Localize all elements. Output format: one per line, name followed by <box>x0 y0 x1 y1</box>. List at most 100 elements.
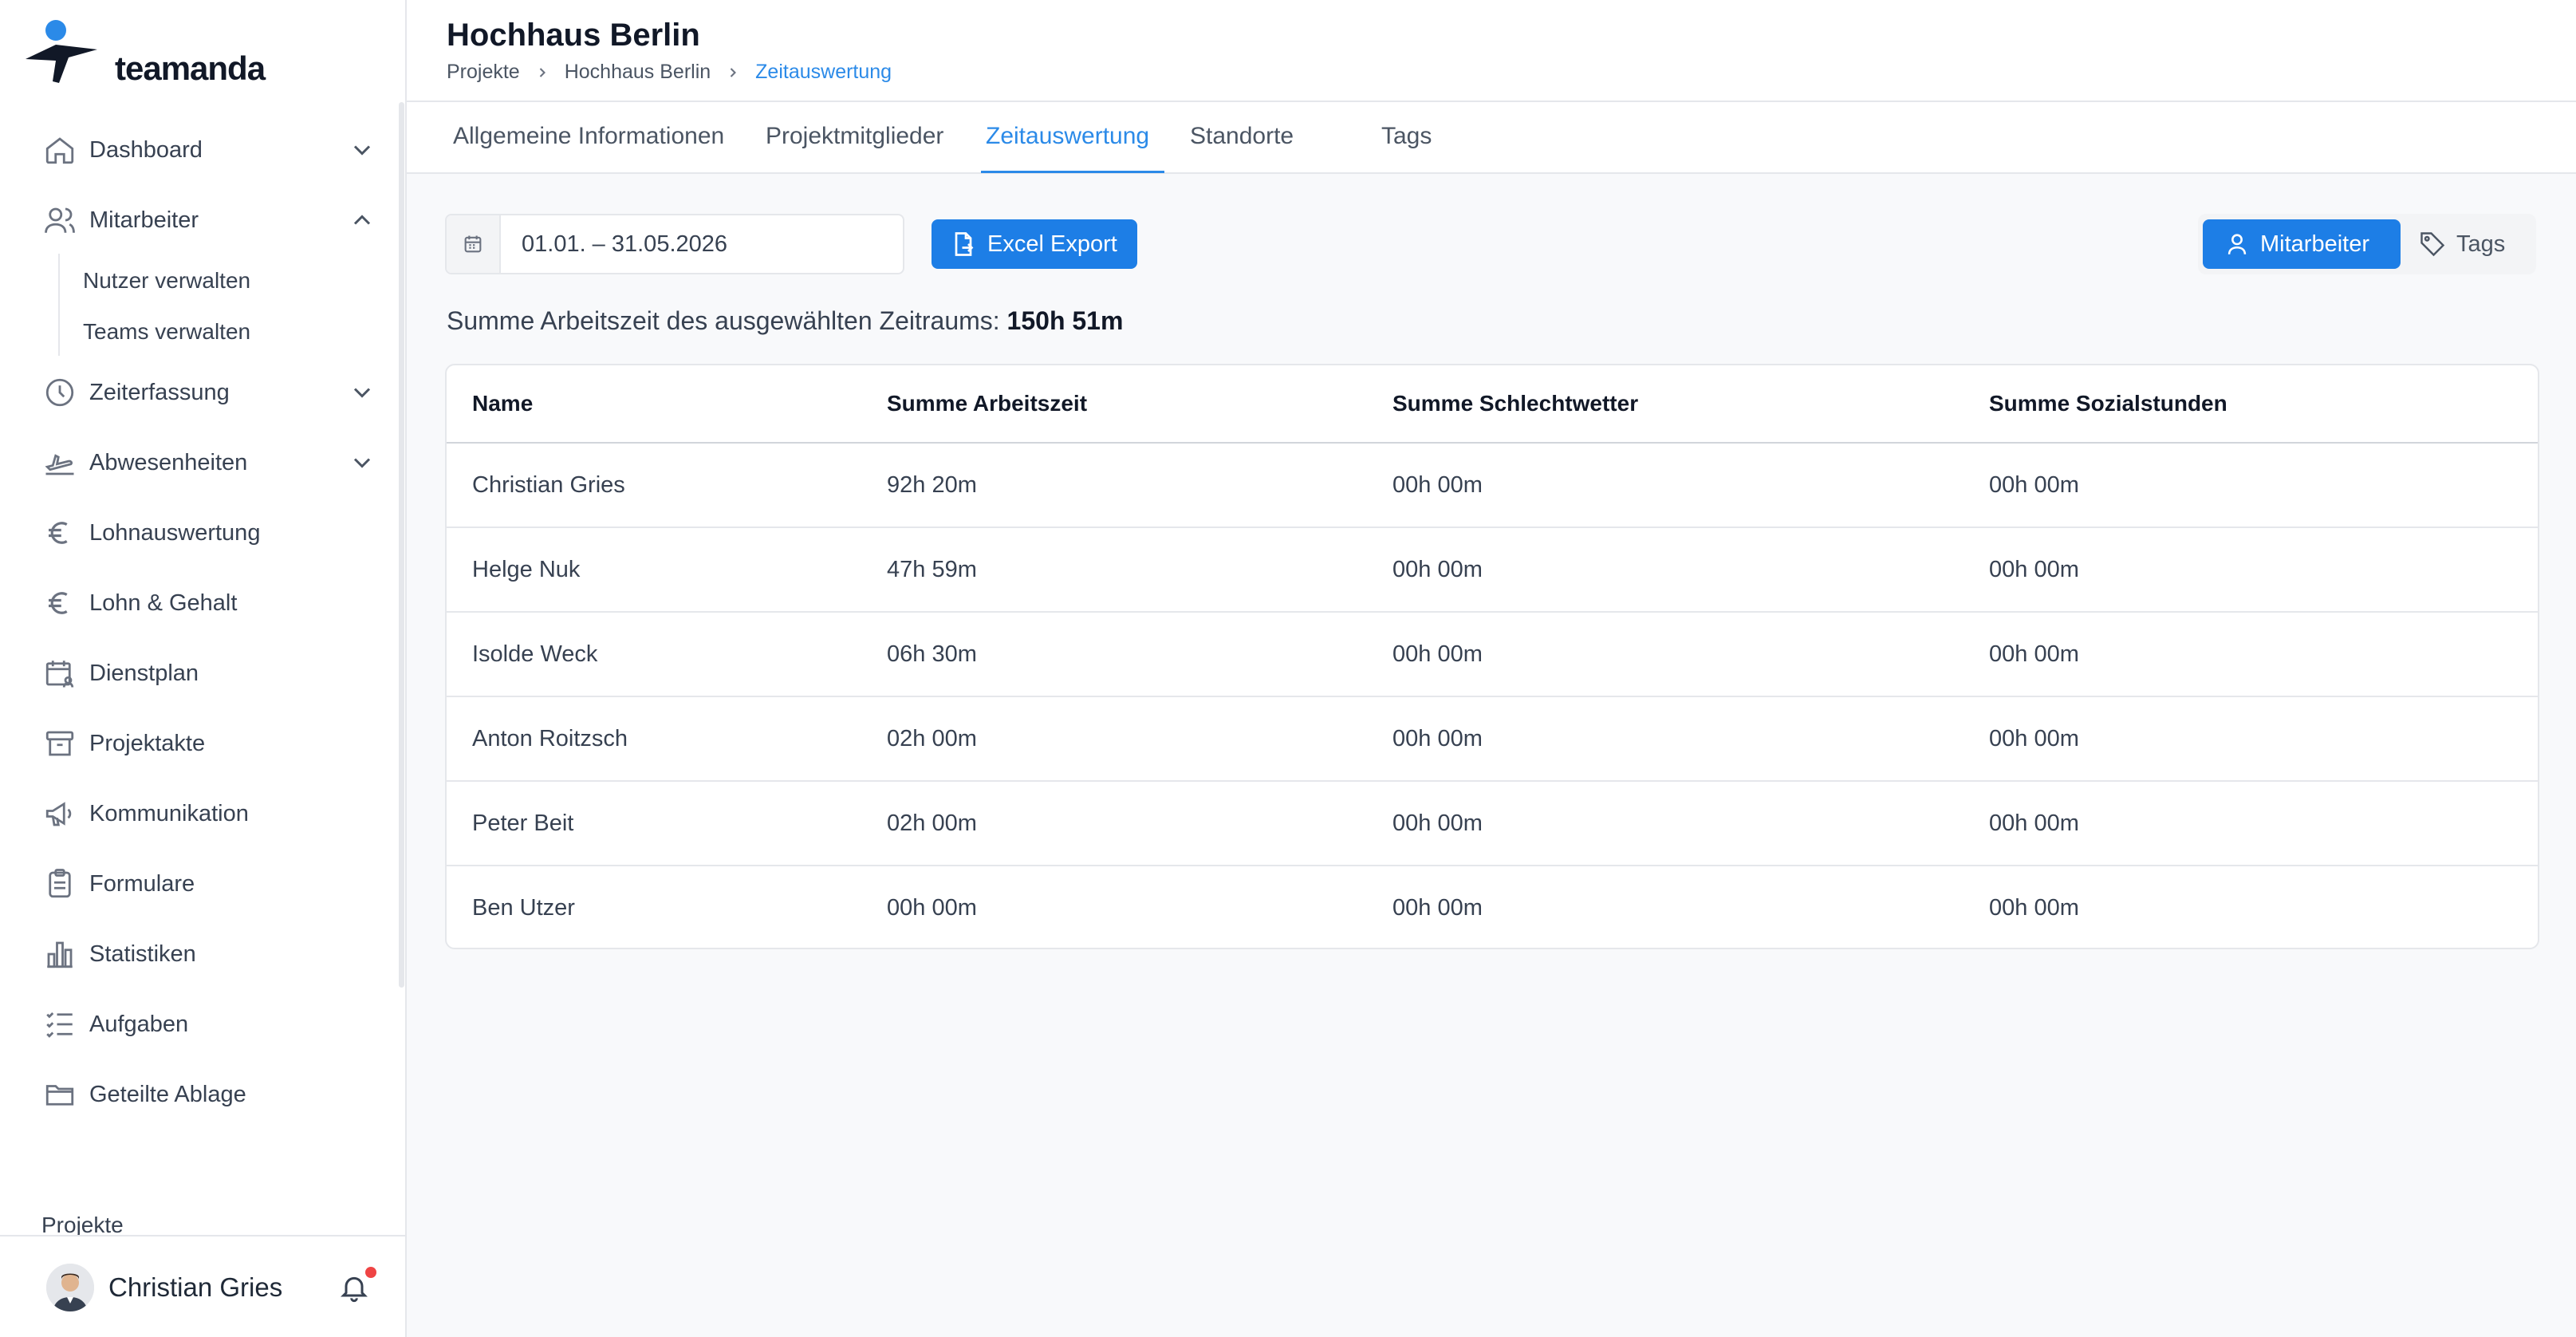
euro-icon <box>41 515 78 551</box>
cell-schlechtwetter: 00h 00m <box>1392 472 1483 498</box>
breadcrumb-item[interactable]: Hochhaus Berlin <box>565 61 711 84</box>
logo-figure-icon <box>26 20 97 83</box>
folder-icon <box>41 1076 78 1113</box>
page-header: Hochhaus Berlin Projekte Hochhaus Berlin… <box>407 0 2576 102</box>
cell-name: Christian Gries <box>472 472 625 498</box>
breadcrumb-current: Zeitauswertung <box>755 61 892 83</box>
cell-sozialstunden: 00h 00m <box>1989 726 2079 751</box>
sidebar-subitem-teams-verwalten[interactable]: Teams verwalten <box>83 319 250 345</box>
sidebar-item-label: Abwesenheiten <box>89 449 248 475</box>
sidebar-item-zeiterfassung[interactable]: Zeiterfassung <box>41 369 376 416</box>
sidebar-item-dienstplan[interactable]: Dienstplan <box>41 649 376 697</box>
sidebar-item-label: Lohnauswertung <box>89 519 261 546</box>
table-row[interactable]: Peter Beit 02h 00m 00h 00m 00h 00m <box>447 782 2538 866</box>
chevron-right-icon <box>725 65 741 81</box>
sidebar-item-label: Statistiken <box>89 941 196 967</box>
sidebar-item-abwesenheiten[interactable]: Abwesenheiten <box>41 439 376 487</box>
excel-export-label: Excel Export <box>987 231 1117 257</box>
teamanda-logo[interactable]: teamanda <box>24 18 266 89</box>
cell-arbeitszeit: 00h 00m <box>887 895 977 921</box>
date-range-value: 01.01. – 31.05.2026 <box>522 231 728 257</box>
table-row[interactable]: Christian Gries 92h 20m 00h 00m 00h 00m <box>447 444 2538 528</box>
table-row[interactable]: Isolde Weck 06h 30m 00h 00m 00h 00m <box>447 613 2538 697</box>
home-icon <box>41 132 78 168</box>
sidebar-item-statistiken[interactable]: Statistiken <box>41 930 376 978</box>
column-header-name[interactable]: Name <box>472 391 533 416</box>
cell-schlechtwetter: 00h 00m <box>1392 641 1483 667</box>
sidebar-item-label: Mitarbeiter <box>89 207 199 233</box>
sidebar-item-label: Projektakte <box>89 730 206 756</box>
sidebar-item-label: Dashboard <box>89 136 203 163</box>
cell-sozialstunden: 00h 00m <box>1989 895 2079 921</box>
tag-icon <box>2418 230 2447 258</box>
cell-schlechtwetter: 00h 00m <box>1392 726 1483 751</box>
logo-text: teamanda <box>115 49 266 87</box>
worktime-table: Name Summe Arbeitszeit Summe Schlechtwet… <box>445 364 2539 949</box>
archive-icon <box>41 725 78 762</box>
column-header-summe-sozialstunden[interactable]: Summe Sozialstunden <box>1989 391 2227 416</box>
view-mitarbeiter-button[interactable]: Mitarbeiter <box>2203 219 2401 269</box>
sidebar-item-label: Dienstplan <box>89 660 199 686</box>
sidebar-item-projektakte[interactable]: Projektakte <box>41 720 376 767</box>
sidebar-item-lohnauswertung[interactable]: Lohnauswertung <box>41 509 376 557</box>
tab-projektmitglieder[interactable]: Projektmitglieder <box>766 123 943 150</box>
sidebar-item-mitarbeiter[interactable]: Mitarbeiter <box>41 196 376 244</box>
cell-name: Peter Beit <box>472 810 574 836</box>
chevron-down-icon <box>348 378 376 407</box>
cell-sozialstunden: 00h 00m <box>1989 557 2079 582</box>
sidebar-item-label: Kommunikation <box>89 800 249 826</box>
column-header-summe-schlechtwetter[interactable]: Summe Schlechtwetter <box>1392 391 1638 416</box>
sidebar-item-label: Formulare <box>89 870 195 897</box>
view-toggle: Mitarbeiter Tags <box>2198 214 2536 274</box>
tab-bar: Allgemeine Informationen Projektmitglied… <box>407 102 2576 174</box>
bell-icon[interactable] <box>338 1272 370 1303</box>
view-tags-button[interactable]: Tags <box>2418 219 2505 269</box>
summary-label: Summe Arbeitszeit des ausgewählten Zeitr… <box>447 306 1000 335</box>
cell-arbeitszeit: 02h 00m <box>887 810 977 836</box>
checklist-icon <box>41 1006 78 1043</box>
cell-schlechtwetter: 00h 00m <box>1392 557 1483 582</box>
calendar-user-icon <box>41 655 78 692</box>
sidebar-item-label: Lohn & Gehalt <box>89 590 238 616</box>
sidebar-item-kommunikation[interactable]: Kommunikation <box>41 790 376 838</box>
sidebar-item-lohn-gehalt[interactable]: Lohn & Gehalt <box>41 579 376 627</box>
tab-tags[interactable]: Tags <box>1381 123 1432 150</box>
cell-arbeitszeit: 06h 30m <box>887 641 977 667</box>
sidebar-scrollbar[interactable] <box>399 102 404 988</box>
cell-name: Helge Nuk <box>472 557 581 582</box>
chevron-down-icon <box>348 136 376 164</box>
sidebar-item-aufgaben[interactable]: Aufgaben <box>41 1000 376 1048</box>
tab-allgemeine-informationen[interactable]: Allgemeine Informationen <box>453 123 724 150</box>
column-header-summe-arbeitszeit[interactable]: Summe Arbeitszeit <box>887 391 1087 416</box>
sidebar-item-dashboard[interactable]: Dashboard <box>41 126 376 174</box>
clipboard-icon <box>41 866 78 902</box>
sidebar-item-label: Zeiterfassung <box>89 379 230 405</box>
sidebar-item-formulare[interactable]: Formulare <box>41 860 376 908</box>
worktime-summary: Summe Arbeitszeit des ausgewählten Zeitr… <box>447 306 1123 336</box>
page-title: Hochhaus Berlin <box>447 18 700 53</box>
cell-arbeitszeit: 92h 20m <box>887 472 977 498</box>
active-tab-indicator <box>981 171 1164 173</box>
submenu-divider <box>58 254 60 356</box>
file-export-icon <box>949 230 978 258</box>
view-mitarbeiter-label: Mitarbeiter <box>2260 231 2369 257</box>
chevron-down-icon <box>348 448 376 477</box>
table-row[interactable]: Helge Nuk 47h 59m 00h 00m 00h 00m <box>447 528 2538 613</box>
user-name: Christian Gries <box>108 1272 283 1302</box>
chevron-up-icon <box>348 206 376 235</box>
euro-icon <box>41 585 78 621</box>
sidebar-subitem-nutzer-verwalten[interactable]: Nutzer verwalten <box>83 268 250 294</box>
table-row[interactable]: Ben Utzer 00h 00m 00h 00m 00h 00m <box>447 866 2538 948</box>
cell-arbeitszeit: 47h 59m <box>887 557 977 582</box>
sidebar-item-geteilte-ablage[interactable]: Geteilte Ablage <box>41 1071 376 1118</box>
excel-export-button[interactable]: Excel Export <box>932 219 1137 269</box>
date-range-picker[interactable]: 01.01. – 31.05.2026 <box>445 214 904 274</box>
tab-standorte[interactable]: Standorte <box>1190 123 1294 150</box>
table-row[interactable]: Anton Roitzsch 02h 00m 00h 00m 00h 00m <box>447 697 2538 782</box>
tab-zeitauswertung[interactable]: Zeitauswertung <box>986 123 1149 150</box>
breadcrumb-item[interactable]: Projekte <box>447 61 520 84</box>
calendar-icon <box>447 215 501 273</box>
cell-sozialstunden: 00h 00m <box>1989 641 2079 667</box>
cell-name: Anton Roitzsch <box>472 726 628 751</box>
avatar[interactable] <box>46 1264 94 1311</box>
